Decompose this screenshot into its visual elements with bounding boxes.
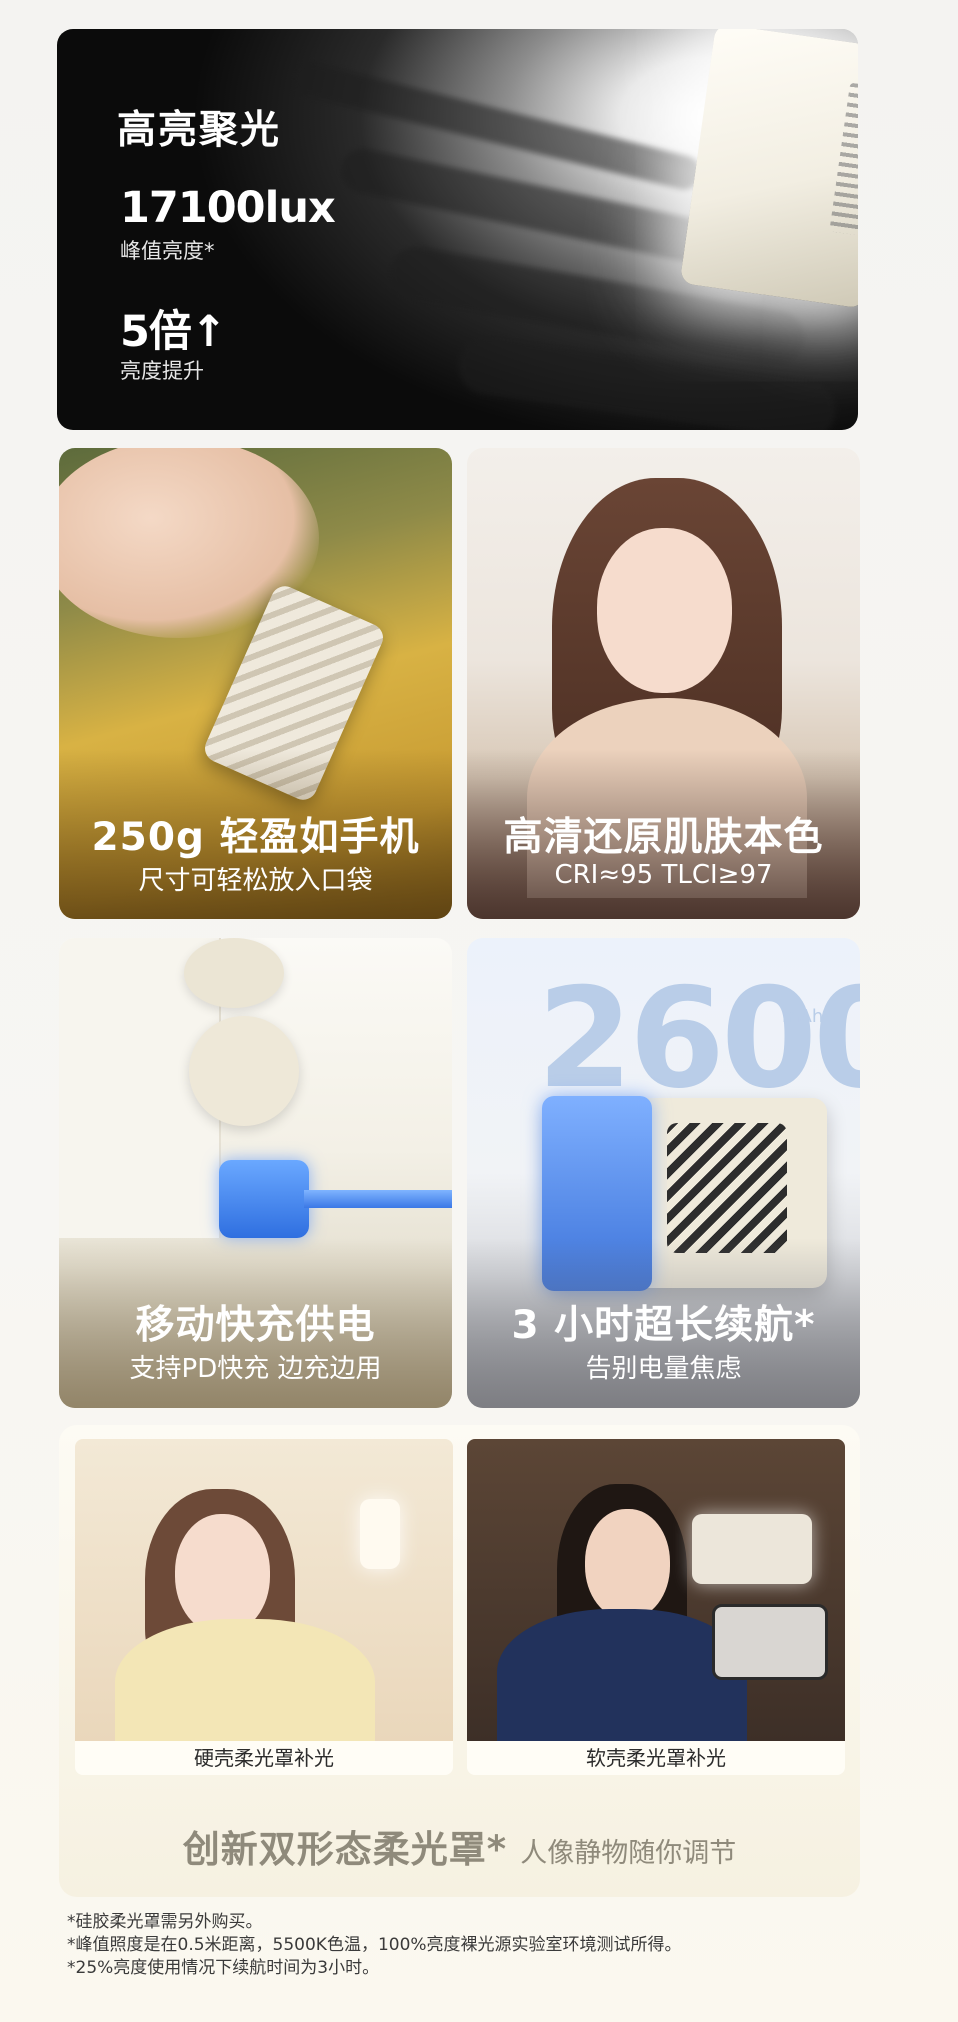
footnotes: *硅胶柔光罩需另外购买。 *峰值照度是在0.5米距离，5500K色温，100%亮…: [67, 1911, 682, 1980]
diffuser-subtitle: 人像静物随你调节: [520, 1838, 737, 1869]
tile-subtitle: CRI≈95 TLCI≥97: [554, 860, 773, 890]
tile-title: 移动快充供电: [135, 1303, 376, 1348]
soft-diffuser-photo: [467, 1439, 845, 1741]
tile-title: 高清还原肌肤本色: [503, 815, 824, 860]
portrait-sweater: [497, 1609, 747, 1741]
tile-subtitle: 告别电量焦虑: [585, 1354, 742, 1384]
tile-subtitle: 尺寸可轻松放入口袋: [138, 866, 373, 896]
usb-c-plug-icon: [219, 1160, 309, 1238]
hero-banner: 高亮聚光 17100lux 峰值亮度* 5倍↑ 亮度提升: [57, 29, 858, 430]
feature-tile-color: 高清还原肌肤本色 CRI≈95 TLCI≥97: [467, 448, 860, 919]
footnote: *25%亮度使用情况下续航时间为3小时。: [67, 1958, 380, 1978]
portrait-face: [597, 528, 732, 693]
portrait-sweater: [115, 1619, 375, 1741]
feature-tile-battery: 2600 mAh 3 小时超长续航* 告别电量焦虑: [467, 938, 860, 1408]
feature-tile-weight: 250g 轻盈如手机 尺寸可轻松放入口袋: [59, 448, 452, 919]
portrait-face: [585, 1509, 670, 1619]
battery-capacity-unit: mAh: [782, 1006, 824, 1027]
hard-diffuser-photo: [75, 1439, 453, 1741]
light-device: [679, 29, 858, 309]
hero-title: 高亮聚光: [117, 108, 282, 153]
camera-icon: [712, 1604, 828, 1680]
soft-diffuser-label: 软壳柔光罩补光: [467, 1741, 845, 1775]
peak-brightness-value: 17100lux: [120, 183, 336, 233]
light-device: [360, 1499, 400, 1569]
diffuser-section: 硬壳柔光罩补光 软壳柔光罩补光 创新双形态柔光罩* 人像静物随你调节: [59, 1425, 860, 1897]
hard-diffuser-label: 硬壳柔光罩补光: [75, 1741, 453, 1775]
vent-grille: [667, 1123, 787, 1253]
tile-subtitle: 支持PD快充 边充边用: [129, 1354, 382, 1384]
battery-capacity-value: 2600: [537, 958, 860, 1119]
footnote: *峰值照度是在0.5米距离，5500K色温，100%亮度裸光源实验室环境测试所得…: [67, 1935, 682, 1955]
usb-cable: [304, 1190, 452, 1208]
light-device: [692, 1514, 812, 1584]
tile-title: 3 小时超长续航*: [511, 1303, 816, 1348]
brightness-boost-label: 亮度提升: [120, 359, 204, 383]
knob-icon: [189, 1016, 299, 1126]
knob-icon: [184, 938, 284, 1008]
tile-title: 250g 轻盈如手机: [91, 815, 420, 860]
peak-brightness-label: 峰值亮度*: [120, 239, 215, 263]
feature-tile-charging: 移动快充供电 支持PD快充 边充边用: [59, 938, 452, 1408]
portrait-face: [175, 1514, 270, 1634]
footnote: *硅胶柔光罩需另外购买。: [67, 1912, 263, 1932]
brightness-boost-value: 5倍↑: [120, 307, 227, 357]
vent-grille: [829, 82, 858, 236]
diffuser-title: 创新双形态柔光罩*: [182, 1828, 508, 1871]
diffuser-heading: 创新双形态柔光罩* 人像静物随你调节: [59, 1819, 860, 1873]
